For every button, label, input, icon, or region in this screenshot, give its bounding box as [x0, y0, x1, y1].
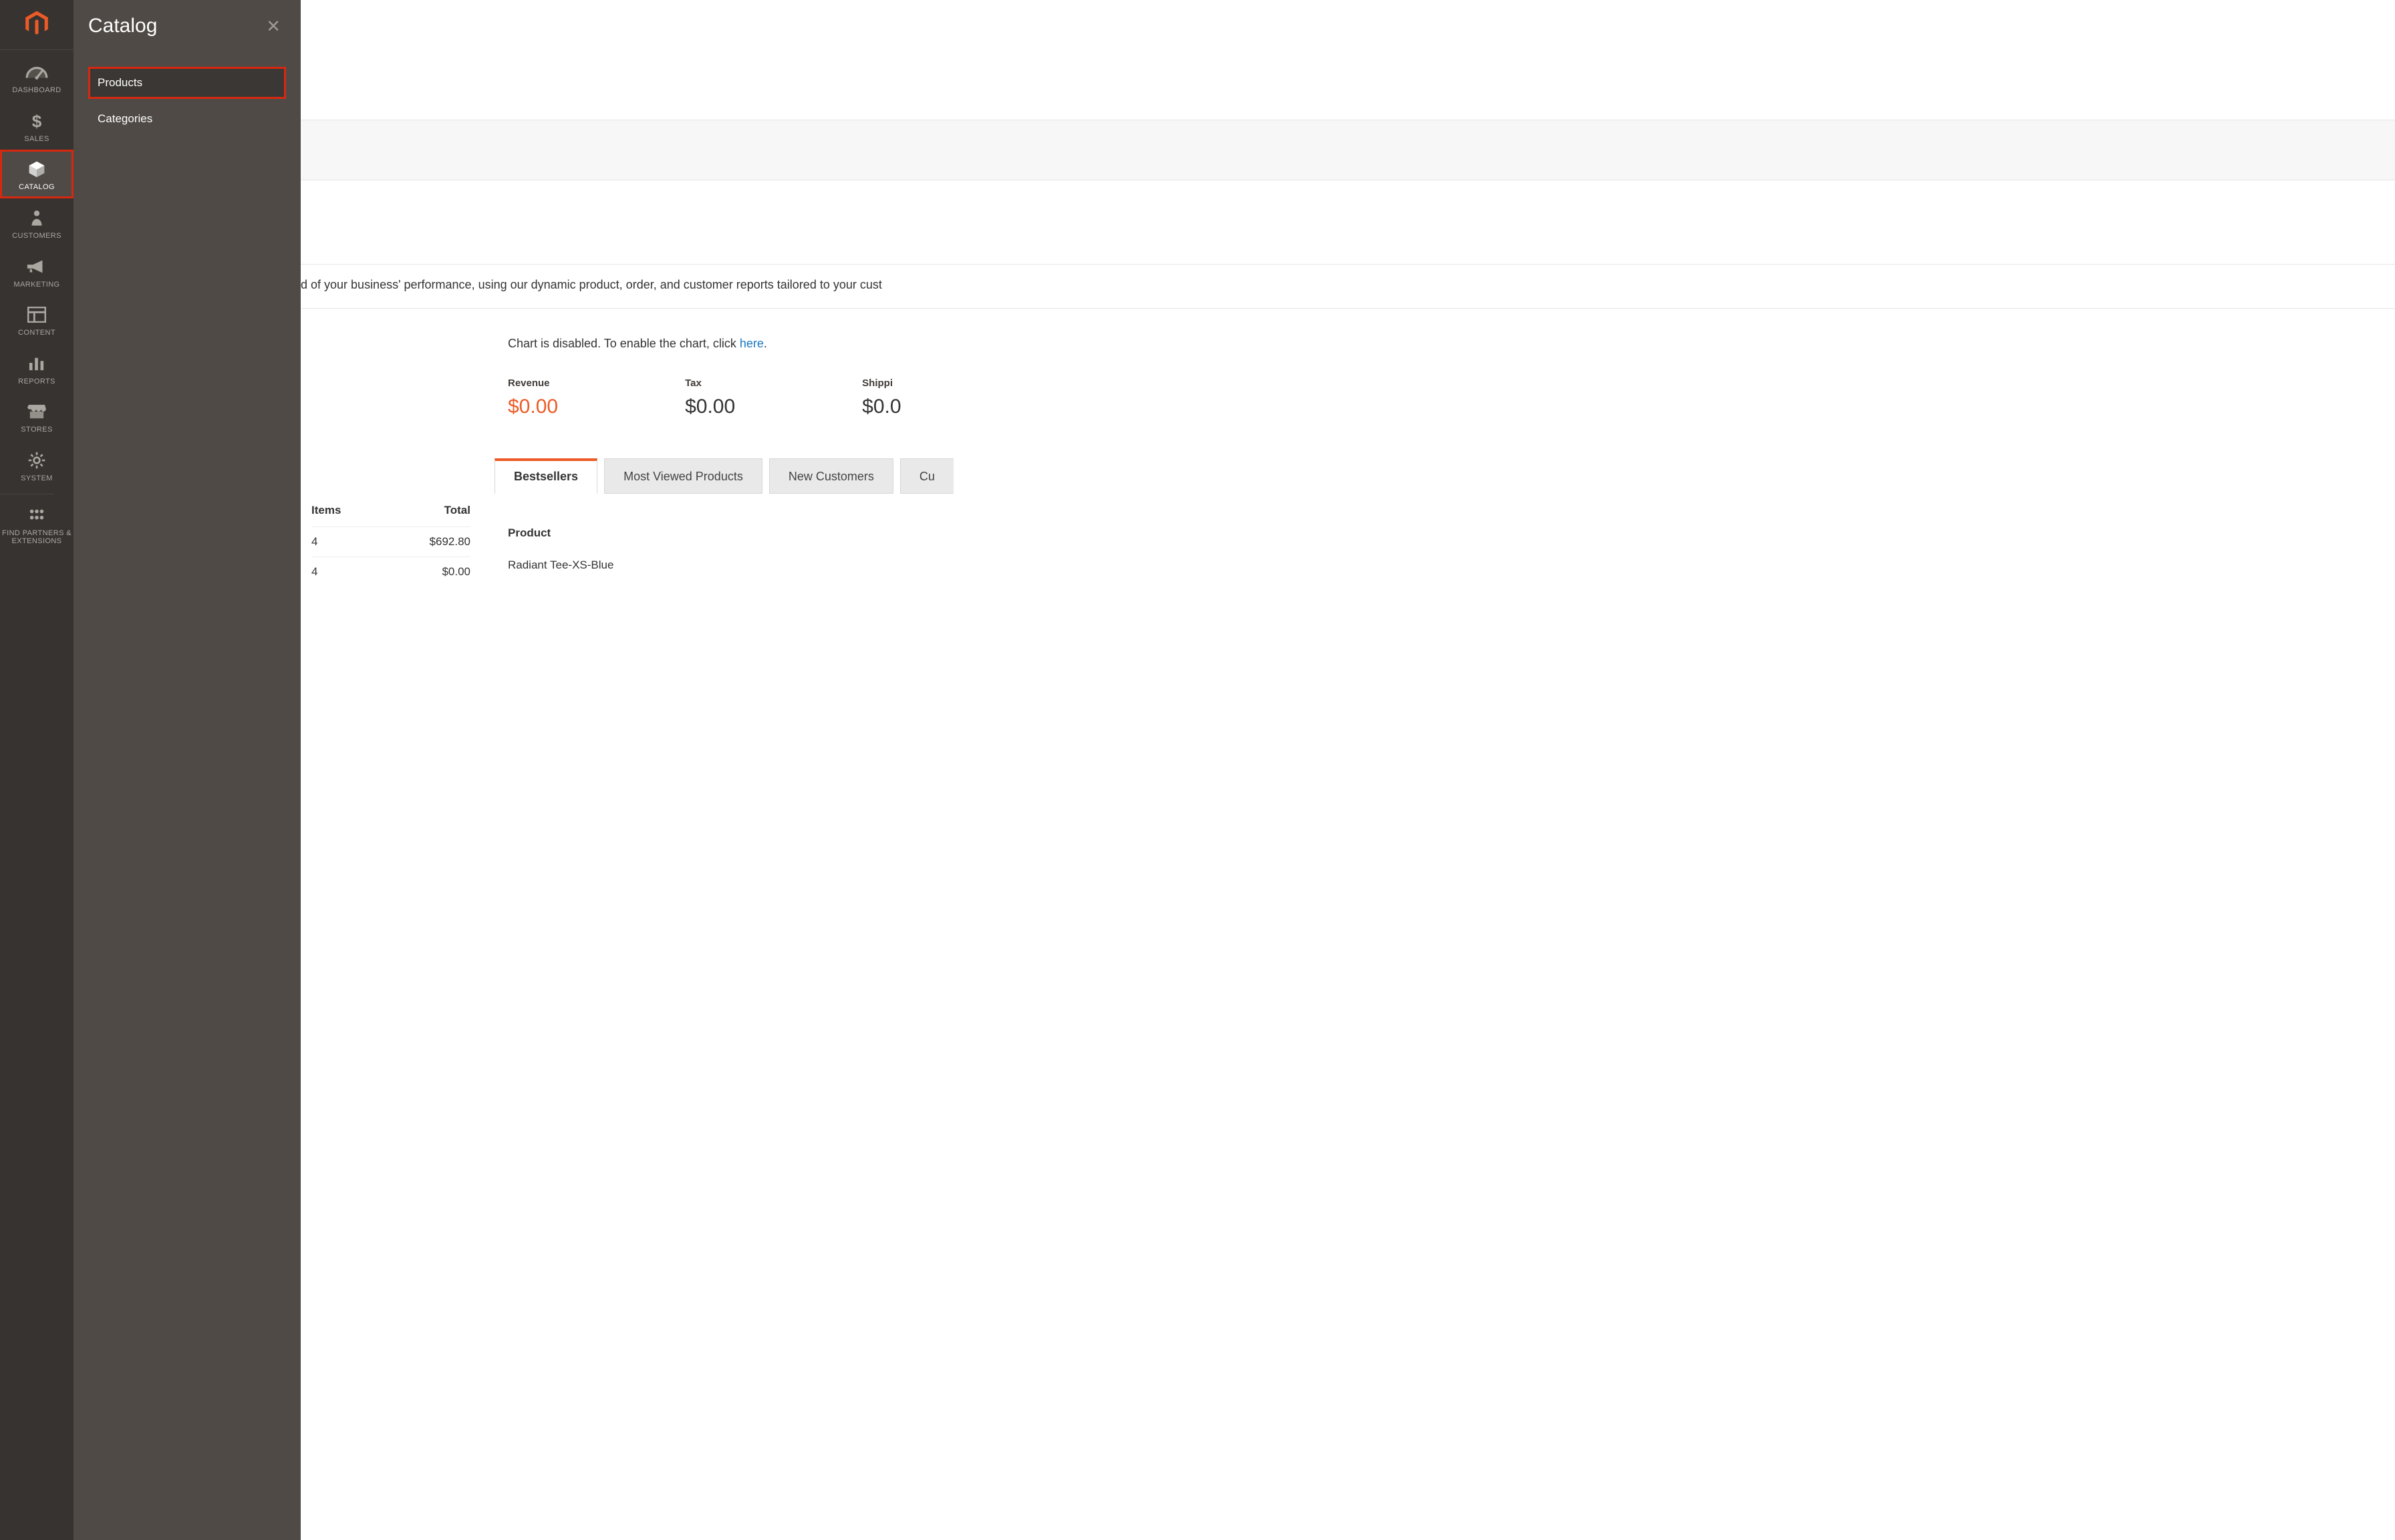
metric-label: Shippi [862, 377, 901, 389]
metric-value: $0.00 [508, 396, 558, 418]
orders-header-total: Total [412, 504, 470, 517]
gear-icon [25, 450, 48, 470]
product-row[interactable]: Radiant Tee-XS-Blue [508, 559, 613, 572]
nav-label: STORES [19, 426, 53, 434]
chart-disabled-text: Chart is disabled. To enable the chart, … [508, 337, 767, 350]
orders-table: Items Total 4$692.804$0.00 [311, 497, 470, 587]
enable-chart-link[interactable]: here [740, 337, 764, 350]
nav-label: MARKETING [13, 281, 61, 289]
order-row[interactable]: 4$0.00 [311, 557, 470, 587]
metric-label: Revenue [508, 377, 558, 389]
box-icon [25, 159, 48, 179]
nav-label: DASHBOARD [11, 86, 62, 95]
person-icon [25, 208, 48, 228]
tab-most-viewed-products[interactable]: Most Viewed Products [604, 458, 762, 494]
blocks-icon [25, 505, 48, 525]
catalog-flyout: Catalog ✕ Products Categories [74, 0, 301, 1540]
tab-bestsellers[interactable]: Bestsellers [495, 458, 597, 494]
nav-stores[interactable]: STORES [0, 392, 74, 441]
nav-sales[interactable]: $ SALES [0, 102, 74, 150]
layout-icon [25, 305, 48, 325]
dashboard-main: d of your business' performance, using o… [74, 0, 2395, 1540]
megaphone-icon [25, 257, 48, 277]
orders-header-items: Items [311, 504, 412, 517]
gauge-icon [25, 62, 48, 82]
magento-logo-icon [23, 9, 51, 37]
nav-partners[interactable]: FIND PARTNERS & EXTENSIONS [0, 496, 74, 553]
dollar-icon: $ [25, 111, 48, 131]
storefront-icon [25, 402, 48, 422]
scope-band [301, 180, 2395, 265]
close-icon[interactable]: ✕ [261, 15, 286, 37]
nav-reports[interactable]: REPORTS [0, 344, 74, 393]
metric-tax: Tax $0.00 [685, 377, 735, 418]
nav-label: SALES [23, 135, 50, 144]
nav-label: CONTENT [17, 329, 57, 337]
nav-system[interactable]: SYSTEM [0, 441, 74, 490]
order-row[interactable]: 4$692.80 [311, 526, 470, 557]
nav-marketing[interactable]: MARKETING [0, 247, 74, 296]
toolbar-band [301, 120, 2395, 180]
flyout-item-products[interactable]: Products [88, 67, 286, 99]
nav-label: FIND PARTNERS & EXTENSIONS [0, 529, 74, 546]
nav-label: SYSTEM [19, 474, 54, 483]
flyout-title: Catalog [88, 15, 157, 37]
order-total: $692.80 [412, 535, 470, 549]
bars-icon [25, 353, 48, 373]
flyout-item-categories[interactable]: Categories [88, 103, 286, 135]
metric-shippi: Shippi $0.0 [862, 377, 901, 418]
nav-label: REPORTS [17, 377, 57, 386]
metric-value: $0.00 [685, 396, 735, 418]
nav-content[interactable]: CONTENT [0, 295, 74, 344]
admin-sidebar: DASHBOARD $ SALES CATALOG CUSTOMERS MARKETING… [0, 0, 74, 1540]
metric-value: $0.0 [862, 396, 901, 418]
order-total: $0.00 [412, 565, 470, 579]
nav-catalog[interactable]: CATALOG [0, 150, 74, 198]
metric-label: Tax [685, 377, 735, 389]
header-band [301, 0, 2395, 120]
metric-revenue: Revenue $0.00 [508, 377, 558, 418]
tab-cu[interactable]: Cu [900, 458, 954, 494]
dashboard-tabs: BestsellersMost Viewed ProductsNew Custo… [301, 418, 2395, 494]
tab-new-customers[interactable]: New Customers [769, 458, 893, 494]
advanced-reporting-description: d of your business' performance, using o… [301, 265, 2395, 309]
order-items: 4 [311, 565, 412, 579]
bestsellers-table: Product Radiant Tee-XS-Blue [508, 526, 613, 572]
metrics-row: Revenue $0.00 Tax $0.00 Shippi $0.0 [301, 357, 2395, 418]
nav-label: CUSTOMERS [11, 232, 63, 241]
magento-logo[interactable] [0, 0, 74, 50]
nav-customers[interactable]: CUSTOMERS [0, 198, 74, 247]
nav-label: CATALOG [17, 183, 56, 192]
nav-dashboard[interactable]: DASHBOARD [0, 53, 74, 102]
svg-text:$: $ [32, 111, 42, 131]
product-header: Product [508, 526, 613, 540]
order-items: 4 [311, 535, 412, 549]
